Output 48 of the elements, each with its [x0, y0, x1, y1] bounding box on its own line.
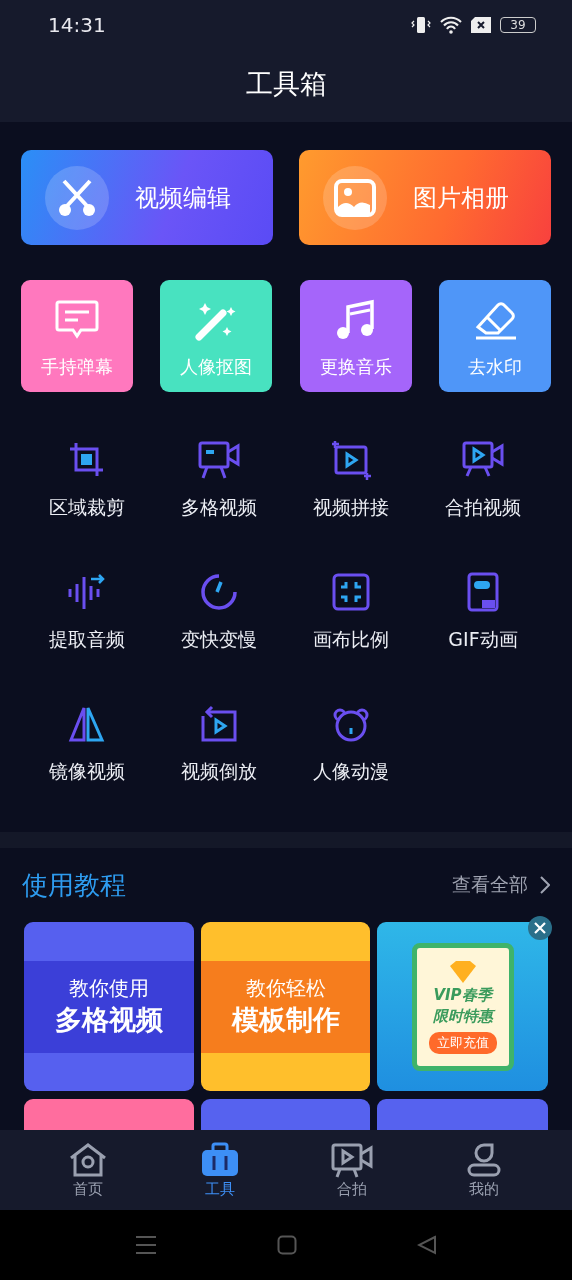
video-frame-icon [329, 440, 373, 480]
tool-item[interactable]: 人像动漫 [313, 694, 389, 826]
tool-item[interactable]: GIF动画 [448, 562, 518, 694]
aspect-ratio-icon [331, 572, 371, 612]
clock-time: 14:31 [48, 13, 107, 37]
tutorial-card[interactable]: 教你使用 多格视频 [24, 922, 194, 1091]
nav-tab[interactable]: 工具 [154, 1130, 286, 1210]
menu-icon[interactable] [135, 1235, 157, 1255]
tool-tile[interactable]: 更换音乐 [299, 280, 412, 392]
wifi-icon [440, 16, 462, 34]
sim-card-icon [471, 17, 491, 33]
speed-gauge-icon [199, 572, 239, 612]
feature-card[interactable]: 视频编辑 [21, 150, 273, 245]
audio-wave-icon [67, 572, 107, 612]
battery-indicator: 39 [500, 17, 536, 33]
chevron-right-icon [540, 876, 550, 894]
home-button-icon[interactable] [277, 1235, 297, 1255]
diamond-icon [447, 959, 478, 984]
video-camera-icon [330, 1141, 374, 1178]
page-title: 工具箱 [245, 67, 327, 101]
video-camera-icon [197, 440, 241, 480]
tool-item[interactable]: 视频拼接 [313, 430, 389, 562]
vibrate-icon [411, 15, 431, 35]
toolbox-icon [200, 1141, 240, 1178]
card-title: 多格视频 [55, 1003, 163, 1037]
back-icon[interactable] [417, 1235, 437, 1255]
tool-item[interactable]: 合拍视频 [445, 430, 521, 562]
tool-item[interactable]: 多格视频 [181, 430, 257, 562]
video-rewind-icon [199, 704, 239, 744]
house-icon [68, 1141, 108, 1178]
card-subtitle: 教你使用 [69, 975, 149, 1002]
image-icon [334, 178, 376, 217]
tool-item[interactable]: 镜像视频 [49, 694, 125, 826]
nav-tab[interactable]: 首页 [22, 1130, 154, 1210]
section-title: 使用教程 [22, 868, 127, 902]
tool-item[interactable]: 视频倒放 [181, 694, 257, 826]
card-title: 模板制作 [231, 1003, 340, 1037]
tool-item[interactable]: 提取音频 [49, 562, 125, 694]
tool-item[interactable]: 画布比例 [313, 562, 389, 694]
nav-tab[interactable]: 合拍 [286, 1130, 418, 1210]
card-subtitle: 教你轻松 [245, 975, 326, 1002]
tool-item[interactable]: 区域裁剪 [49, 430, 125, 562]
close-icon[interactable] [528, 916, 552, 940]
tool-item[interactable]: 变快变慢 [181, 562, 257, 694]
nav-tab[interactable]: 我的 [418, 1130, 550, 1210]
promo-title: VIP春季 [433, 985, 492, 1005]
chat-bubble-icon [54, 299, 100, 341]
view-all-link[interactable]: 查看全部 [452, 872, 550, 898]
